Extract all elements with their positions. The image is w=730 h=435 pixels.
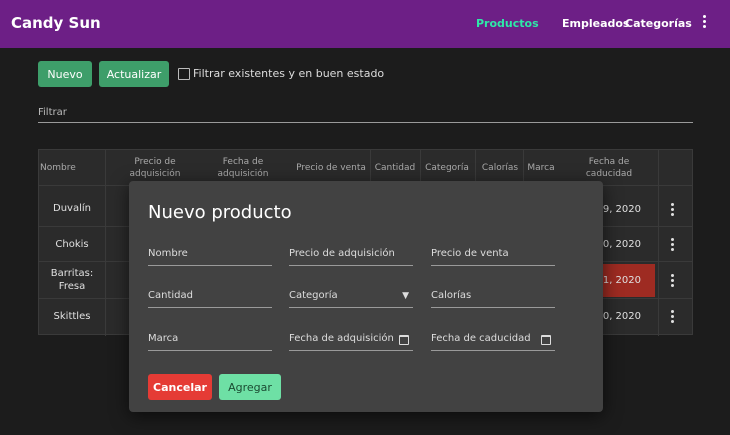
filter-underline <box>38 122 693 123</box>
fecha-caducidad-field[interactable]: Fecha de caducidad <box>431 333 555 355</box>
cantidad-field[interactable]: Cantidad <box>148 290 272 312</box>
new-button[interactable]: Nuevo <box>38 61 92 87</box>
dropdown-arrow-icon: ▼ <box>402 291 409 301</box>
marca-field[interactable]: Marca <box>148 333 272 355</box>
header-marca[interactable]: Marca <box>524 150 558 185</box>
new-product-dialog: Nuevo producto Nombre Precio de adquisic… <box>129 181 603 412</box>
more-vert-icon[interactable] <box>671 274 674 289</box>
column-divider <box>658 150 659 336</box>
header-categoria[interactable]: Categoría <box>422 150 472 185</box>
calorias-label: Calorías <box>431 290 472 301</box>
header-calorias[interactable]: Calorías <box>476 150 524 185</box>
header-precio-adquisicion[interactable]: Precio de adquisición <box>113 150 197 185</box>
header-precio-venta[interactable]: Precio de venta <box>289 150 373 185</box>
precio-adquisicion-field[interactable]: Precio de adquisición <box>289 248 413 270</box>
add-button[interactable]: Agregar <box>219 374 281 400</box>
fecha-caducidad-label: Fecha de caducidad <box>431 333 531 344</box>
filter-input[interactable]: Filtrar <box>38 107 67 118</box>
more-vert-icon[interactable] <box>671 238 674 253</box>
calorias-field[interactable]: Calorías <box>431 290 555 312</box>
precio-venta-label: Precio de venta <box>431 248 509 259</box>
categoria-label: Categoría <box>289 290 338 301</box>
row-name-duvalin: Duvalín <box>53 203 91 214</box>
row-name-barritas: Barritas: Fresa <box>50 268 94 292</box>
filter-checkbox[interactable] <box>178 68 190 80</box>
column-divider <box>105 150 106 336</box>
app-bar: Candy Sun Productos Empleados Categorías <box>0 0 730 48</box>
calendar-icon[interactable] <box>399 335 409 345</box>
fecha-adquisicion-field[interactable]: Fecha de adquisición <box>289 333 413 355</box>
row-name-skittles: Skittles <box>53 311 91 322</box>
fecha-adquisicion-label: Fecha de adquisición <box>289 333 394 344</box>
dialog-title: Nuevo producto <box>148 202 292 223</box>
cantidad-label: Cantidad <box>148 290 193 301</box>
header-fecha-adquisicion[interactable]: Fecha de adquisición <box>201 150 285 185</box>
more-vert-icon[interactable] <box>671 310 674 325</box>
precio-adquisicion-label: Precio de adquisición <box>289 248 395 259</box>
nav-categorias[interactable]: Categorías <box>625 17 692 30</box>
more-vert-icon[interactable] <box>671 203 674 218</box>
header-fecha-caducidad[interactable]: Fecha de caducidad <box>569 150 649 185</box>
row-name-chokis: Chokis <box>55 239 89 250</box>
precio-venta-field[interactable]: Precio de venta <box>431 248 555 270</box>
nav-empleados[interactable]: Empleados <box>562 17 629 30</box>
nombre-label: Nombre <box>148 248 188 259</box>
header-nombre[interactable]: Nombre <box>40 150 104 185</box>
refresh-button[interactable]: Actualizar <box>99 61 169 87</box>
nombre-field[interactable]: Nombre <box>148 248 272 270</box>
app-title: Candy Sun <box>11 14 101 32</box>
more-vert-icon[interactable] <box>703 15 707 33</box>
calendar-icon[interactable] <box>541 335 551 345</box>
cancel-button[interactable]: Cancelar <box>148 374 212 400</box>
marca-label: Marca <box>148 333 179 344</box>
filter-checkbox-label: Filtrar existentes y en buen estado <box>193 67 385 80</box>
categoria-select[interactable]: Categoría ▼ <box>289 290 413 312</box>
header-cantidad[interactable]: Cantidad <box>371 150 419 185</box>
nav-productos[interactable]: Productos <box>476 17 539 30</box>
